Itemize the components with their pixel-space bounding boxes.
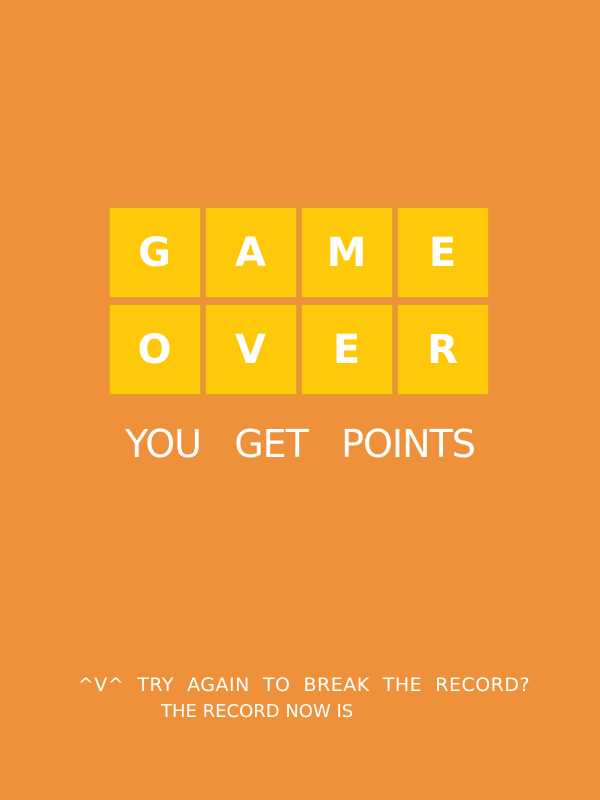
tile-letter: V — [205, 304, 297, 395]
tile-letter: E — [301, 304, 393, 395]
record-text: THE RECORD NOW IS — [161, 701, 354, 722]
game-over-screen: G A M E O V E R YOU GET POINTS ^V^ TRY A… — [0, 0, 600, 800]
try-again-prompt[interactable]: ^V^ TRY AGAIN TO BREAK THE RECORD? — [0, 674, 600, 696]
tile-letter: R — [397, 304, 489, 395]
tile-letter: E — [397, 207, 489, 298]
points-message: YOU GET POINTS — [125, 422, 476, 466]
tile-letter: A — [205, 207, 297, 298]
tile-letter: G — [109, 207, 201, 298]
tile-letter: O — [109, 304, 201, 395]
tile-row-game: G A M E — [109, 207, 491, 300]
game-over-tiles: G A M E O V E R — [109, 207, 491, 397]
tile-row-over: O V E R — [109, 304, 491, 397]
tile-letter: M — [301, 207, 393, 298]
